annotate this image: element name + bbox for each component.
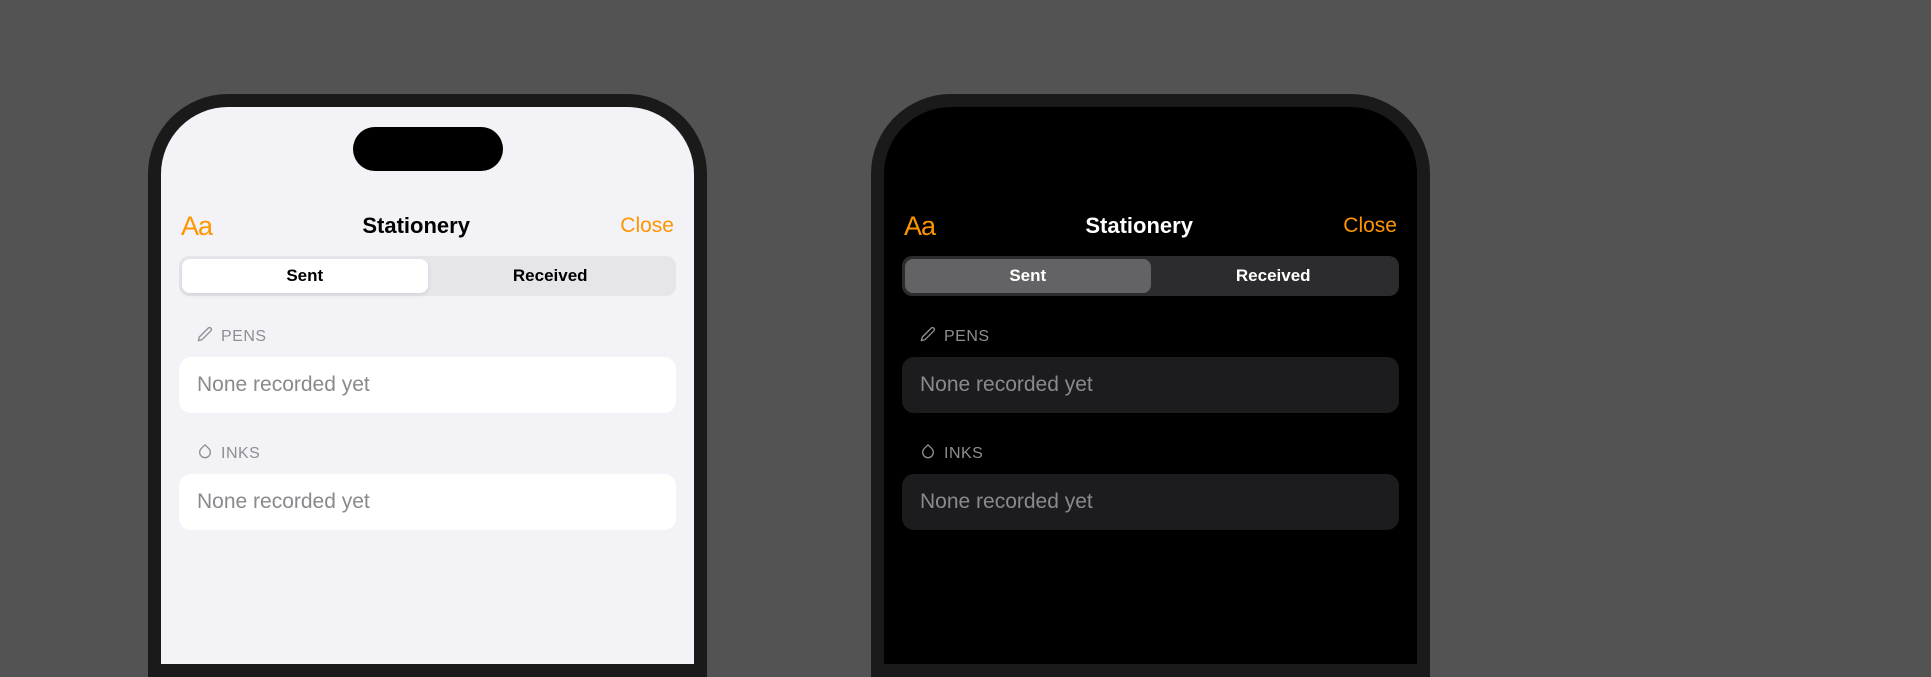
nav-bar: Aa Stationery Close xyxy=(161,202,694,250)
screen-dark: Aa Stationery Close Sent Received PENS N… xyxy=(884,107,1417,664)
pens-empty-card: None recorded yet xyxy=(179,357,676,413)
inks-empty-card: None recorded yet xyxy=(179,474,676,530)
section-pens: PENS None recorded yet xyxy=(161,326,694,413)
section-header-inks: INKS xyxy=(179,443,676,464)
dynamic-island xyxy=(353,127,503,171)
section-inks: INKS None recorded yet xyxy=(884,443,1417,530)
section-pens: PENS None recorded yet xyxy=(884,326,1417,413)
page-title: Stationery xyxy=(1085,213,1193,239)
screen-light: Aa Stationery Close Sent Received PENS N… xyxy=(161,107,694,664)
close-button[interactable]: Close xyxy=(620,214,674,238)
segment-received[interactable]: Received xyxy=(1151,259,1397,293)
section-header-inks: INKS xyxy=(902,443,1399,464)
nav-bar: Aa Stationery Close xyxy=(884,202,1417,250)
pen-icon xyxy=(197,326,213,347)
segment-received[interactable]: Received xyxy=(428,259,674,293)
close-button[interactable]: Close xyxy=(1343,214,1397,238)
segmented-control[interactable]: Sent Received xyxy=(179,256,676,296)
font-button[interactable]: Aa xyxy=(904,211,935,242)
section-label: PENS xyxy=(944,328,990,346)
pen-icon xyxy=(920,326,936,347)
segment-sent[interactable]: Sent xyxy=(182,259,428,293)
segment-sent[interactable]: Sent xyxy=(905,259,1151,293)
segmented-control[interactable]: Sent Received xyxy=(902,256,1399,296)
section-label: INKS xyxy=(944,445,983,463)
drop-icon xyxy=(197,443,213,464)
section-inks: INKS None recorded yet xyxy=(161,443,694,530)
font-button[interactable]: Aa xyxy=(181,211,212,242)
section-header-pens: PENS xyxy=(179,326,676,347)
section-header-pens: PENS xyxy=(902,326,1399,347)
pens-empty-card: None recorded yet xyxy=(902,357,1399,413)
phone-light: Aa Stationery Close Sent Received PENS N… xyxy=(148,94,707,677)
dynamic-island xyxy=(1076,127,1226,171)
phone-dark: Aa Stationery Close Sent Received PENS N… xyxy=(871,94,1430,677)
page-title: Stationery xyxy=(362,213,470,239)
inks-empty-card: None recorded yet xyxy=(902,474,1399,530)
section-label: INKS xyxy=(221,445,260,463)
drop-icon xyxy=(920,443,936,464)
section-label: PENS xyxy=(221,328,267,346)
